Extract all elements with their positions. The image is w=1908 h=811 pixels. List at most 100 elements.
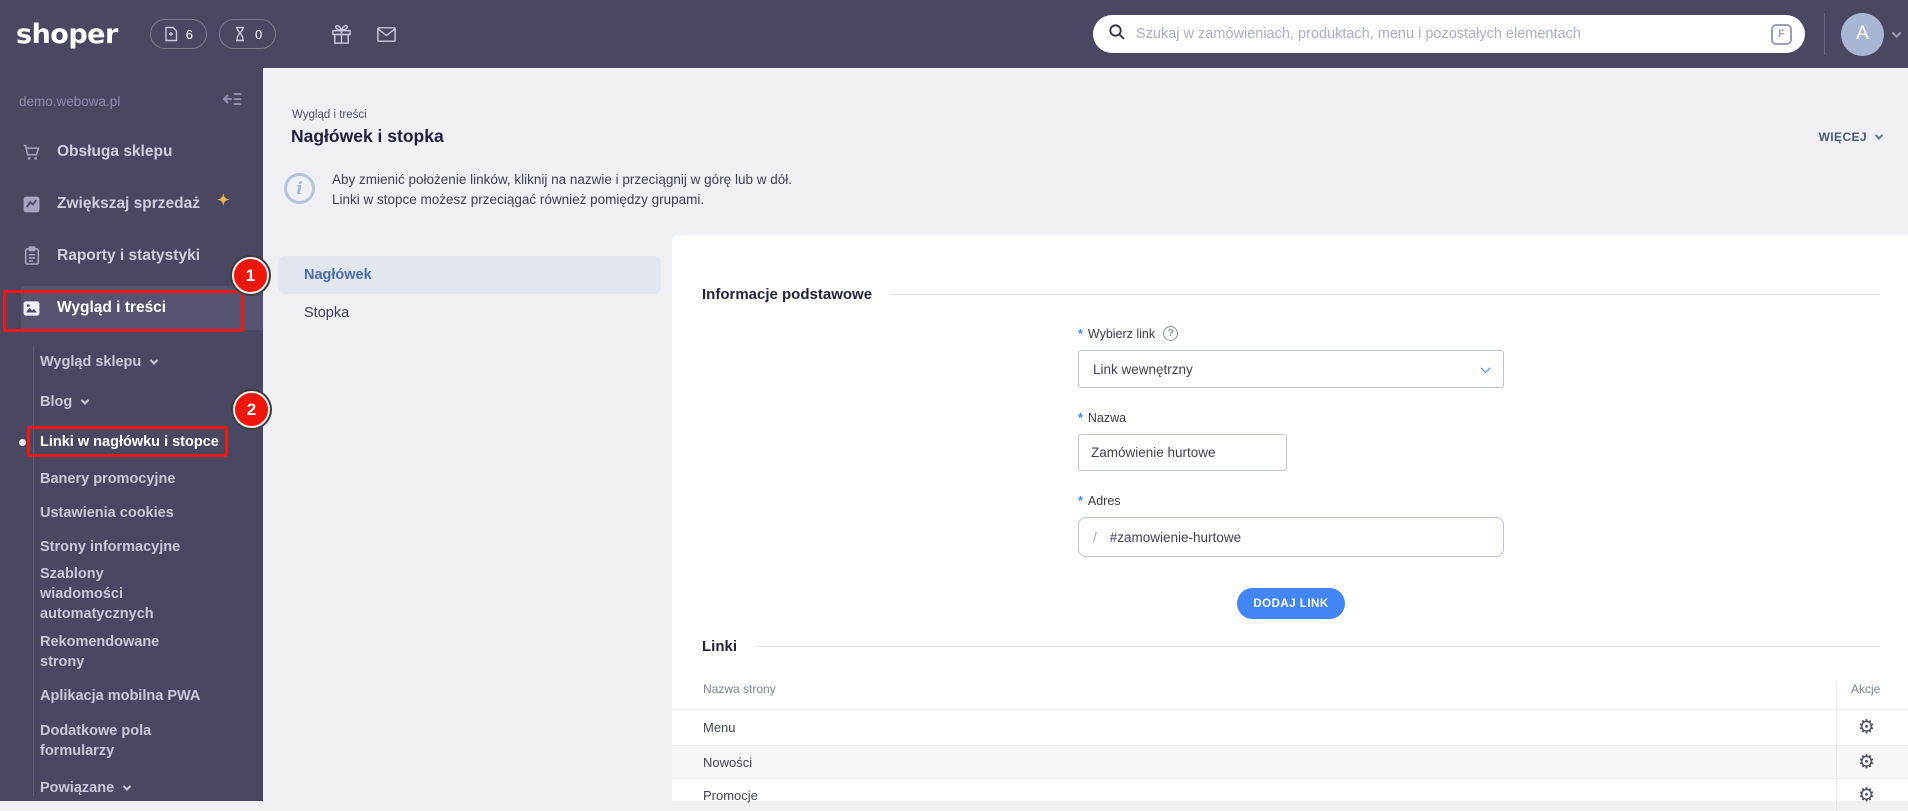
row-name[interactable]: Promocje <box>672 779 1836 811</box>
pending-badge[interactable]: 0 <box>219 19 276 49</box>
submenu-guide-line <box>33 346 34 796</box>
sidebar-subitem-rekomendowane-strony[interactable]: Rekomendowane strony <box>40 624 263 679</box>
chart-icon <box>21 195 42 214</box>
tab-naglowek[interactable]: Nagłówek <box>278 256 661 294</box>
sidebar-item-label: Raporty i statystyki <box>57 247 200 265</box>
sidebar-subitem-strony-informacyjne[interactable]: Strony informacyjne <box>40 530 263 564</box>
chevron-down-icon <box>1481 363 1491 373</box>
section-divider <box>755 646 1880 647</box>
column-nazwa-strony: Nazwa strony <box>672 682 1836 709</box>
store-domain: demo.webowa.pl <box>19 94 120 109</box>
sidebar-subitem-linki-w-naglowku-i-stopce[interactable]: Linki w nagłówku i stopce <box>40 422 263 462</box>
main-content: Wygląd i treści Nagłówek i stopka WIĘCEJ… <box>263 68 1908 801</box>
annotation-step-1: 1 <box>232 257 269 294</box>
sidebar-submenu: Wygląd sklepu Blog Linki w nagłówku i st… <box>0 342 263 808</box>
help-icon[interactable]: ? <box>1163 326 1178 341</box>
section-list: Nagłówek Stopka <box>278 256 661 332</box>
annotation-step-2: 2 <box>233 391 270 428</box>
name-input[interactable] <box>1078 434 1287 471</box>
chevron-down-icon <box>81 396 89 404</box>
page-title: Nagłówek i stopka <box>291 126 444 147</box>
mail-icon[interactable] <box>375 23 398 46</box>
gear-icon[interactable]: ⚙ <box>1858 786 1875 805</box>
address-prefix: / <box>1093 530 1097 545</box>
link-type-label: * Wybierz link ? <box>1078 326 1504 341</box>
sidebar-subitem-powiazane[interactable]: Powiązane <box>40 768 263 808</box>
links-table: Nazwa strony Akcje Menu ⚙ Nowości ⚙ Prom… <box>672 682 1908 811</box>
sidebar-subitem-blog[interactable]: Blog <box>40 382 263 422</box>
user-menu[interactable]: A <box>1824 0 1900 68</box>
name-label: * Nazwa <box>1078 411 1504 425</box>
section-title: Informacje podstawowe <box>702 286 872 303</box>
image-icon <box>21 299 42 318</box>
link-type-select[interactable]: Link wewnętrzny <box>1078 350 1504 388</box>
table-header: Nazwa strony Akcje <box>672 682 1908 709</box>
gift-icon[interactable] <box>330 23 353 46</box>
column-akcje: Akcje <box>1836 682 1908 709</box>
table-row[interactable]: Promocje ⚙ <box>672 778 1908 811</box>
sidebar-subitem-szablony-wiadomosci[interactable]: Szablony wiadomości automatycznych <box>40 564 263 624</box>
link-form: * Wybierz link ? Link wewnętrzny * Nazwa… <box>1078 326 1504 619</box>
gear-icon[interactable]: ⚙ <box>1858 753 1875 772</box>
sidebar-item-wyglad-i-tresci[interactable]: Wygląd i treści <box>0 282 263 334</box>
link-type-value: Link wewnętrzny <box>1093 362 1193 377</box>
chevron-down-icon <box>150 356 158 364</box>
pending-count: 0 <box>255 27 262 42</box>
more-button[interactable]: WIĘCEJ <box>1819 130 1882 144</box>
address-input[interactable] <box>1110 530 1489 545</box>
sidebar-item-raporty[interactable]: Raporty i statystyki <box>0 230 263 282</box>
info-note: i Aby zmienić położenie linków, kliknij … <box>284 170 792 210</box>
sidebar-subitem-ustawienia-cookies[interactable]: Ustawienia cookies <box>40 496 263 530</box>
section-divider <box>890 294 1880 295</box>
sidebar-subitem-aplikacja-mobilna-pwa[interactable]: Aplikacja mobilna PWA <box>40 679 263 713</box>
info-line-2: Linki w stopce możesz przeciągać również… <box>332 190 792 210</box>
avatar[interactable]: A <box>1841 13 1884 56</box>
required-mark: * <box>1078 411 1083 425</box>
sidebar-item-label: Zwiększaj sprzedaż <box>57 195 200 213</box>
sidebar-item-label: Wygląd i treści <box>57 299 166 317</box>
collapse-sidebar-icon[interactable] <box>222 91 243 112</box>
drafts-count: 6 <box>186 27 193 42</box>
address-field: / <box>1078 517 1504 557</box>
section-linki: Linki <box>702 638 1880 655</box>
section-informacje-podstawowe: Informacje podstawowe <box>702 235 1880 303</box>
row-name[interactable]: Menu <box>672 710 1836 745</box>
report-icon <box>21 246 42 266</box>
sidebar-subitem-dodatkowe-pola[interactable]: Dodatkowe pola formularzy <box>40 713 263 768</box>
topbar: shoper 6 0 F <box>0 0 1908 68</box>
chevron-down-icon <box>1875 131 1883 139</box>
row-name[interactable]: Nowości <box>672 746 1836 778</box>
search-input[interactable] <box>1136 26 1771 42</box>
document-plus-icon <box>164 26 178 42</box>
sidebar: demo.webowa.pl Obsługa sklepu <box>0 68 263 801</box>
info-line-1: Aby zmienić położenie linków, kliknij na… <box>332 170 792 190</box>
add-link-button[interactable]: DODAJ LINK <box>1237 588 1345 619</box>
topbar-divider <box>1824 13 1825 55</box>
active-bullet-icon <box>19 439 26 446</box>
sidebar-subitem-banery-promocyjne[interactable]: Banery promocyjne <box>40 462 263 496</box>
drafts-badge[interactable]: 6 <box>150 19 207 49</box>
table-row[interactable]: Nowości ⚙ <box>672 745 1908 778</box>
hourglass-icon <box>233 26 247 42</box>
chevron-down-icon <box>123 782 131 790</box>
breadcrumb: Wygląd i treści <box>292 109 367 121</box>
shoper-logo: shoper <box>16 19 118 50</box>
sidebar-item-obsluga-sklepu[interactable]: Obsługa sklepu <box>0 126 263 178</box>
required-mark: * <box>1078 494 1083 508</box>
address-label: * Adres <box>1078 494 1504 508</box>
sparkle-icon: ✦ <box>217 191 230 209</box>
content-card: Informacje podstawowe * Wybierz link ? L… <box>672 235 1908 801</box>
section-title: Linki <box>702 638 737 655</box>
search-icon <box>1108 23 1126 46</box>
tab-stopka[interactable]: Stopka <box>278 294 661 332</box>
global-search: F <box>1093 15 1805 53</box>
sidebar-subitem-wyglad-sklepu[interactable]: Wygląd sklepu <box>40 342 263 382</box>
required-mark: * <box>1078 327 1083 341</box>
info-icon: i <box>284 173 315 204</box>
gear-icon[interactable]: ⚙ <box>1858 718 1875 737</box>
sidebar-item-zwiekszaj-sprzedaz[interactable]: Zwiększaj sprzedaż ✦ <box>0 178 263 230</box>
chevron-down-icon <box>1892 28 1902 38</box>
cart-icon <box>21 142 42 163</box>
table-row[interactable]: Menu ⚙ <box>672 709 1908 745</box>
sidebar-item-label: Obsługa sklepu <box>57 143 172 161</box>
